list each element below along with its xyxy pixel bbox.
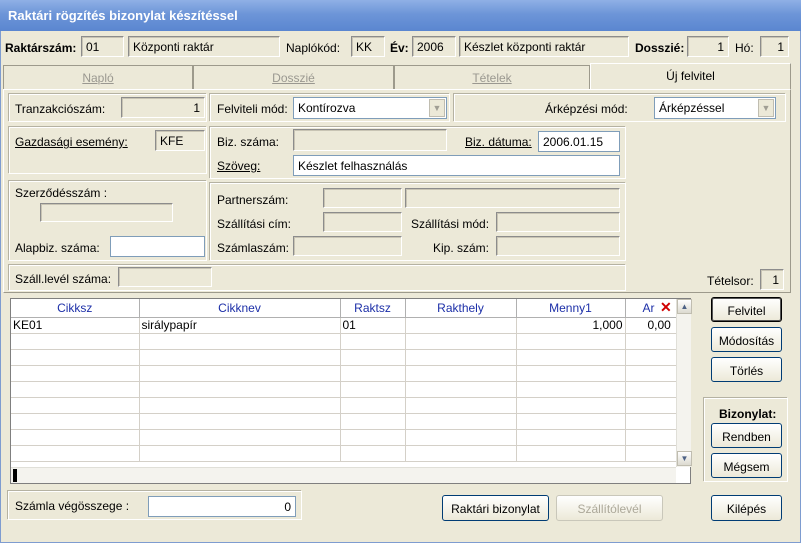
tranzakcioszam-field: 1 [121,97,205,118]
kip-szam-label: Kip. szám: [433,241,490,255]
dosszie-label: Dosszié: [635,41,685,55]
biz-datuma-link[interactable]: Biz. dátuma: [465,135,532,149]
raktar-nev-field: Központi raktár [128,36,280,57]
column-header-raktsz[interactable]: Raktsz [340,299,406,318]
tetelsor-field: 1 [760,269,784,290]
rendben-button[interactable]: Rendben [711,423,782,448]
kip-szam-field [496,236,620,256]
ho-label: Hó: [735,41,754,55]
table-row[interactable] [11,413,678,430]
gazdasagi-esemeny-link[interactable]: Gazdasági esemény: [15,135,128,149]
szamla-vegosszeg-label: Számla végösszege : [15,499,130,513]
tab-naplo[interactable]: Napló [3,65,193,89]
table-row[interactable]: KE01 sirálypapír 01 1,000 0,00 [11,317,678,334]
scroll-down-icon[interactable]: ▼ [677,451,692,466]
ho-field: 1 [760,36,789,57]
column-header-rakthely[interactable]: Rakthely [405,299,517,318]
chevron-down-icon[interactable]: ▼ [429,99,445,117]
table-row[interactable] [11,429,678,446]
cell-rakthely [405,317,517,334]
felvitel-button[interactable]: Felvitel [711,297,782,322]
table-row[interactable] [11,445,678,462]
scroll-thumb[interactable] [13,469,17,482]
tetel-grid[interactable]: Cikksz Cikknev Raktsz Rakthely Menny1 Ar… [10,298,691,484]
szamlaszam-label: Számlaszám: [217,241,290,255]
raktarszam-label: Raktárszám: [5,41,77,55]
tab-tetelek[interactable]: Tételek [394,65,590,89]
torles-button[interactable]: Törlés [711,357,782,382]
alapbiz-label: Alapbiz. száma: [15,241,100,255]
arkepzesi-mod-select[interactable]: Árképzéssel ▼ [654,97,776,119]
szerzodesszam-field [40,203,173,222]
raktari-bizonylat-button[interactable]: Raktári bizonylat [442,495,549,521]
szallitasi-cim-label: Szállítási cím: [217,217,292,231]
szallitasi-mod-label: Szállítási mód: [411,217,490,231]
felviteli-mod-label: Felviteli mód: [217,102,288,116]
alapbiz-input[interactable] [110,236,205,257]
ev-field: 2006 [412,36,456,57]
ev-nev-field: Készlet központi raktár [459,36,629,57]
szallitasi-mod-field [496,212,620,232]
tab-uj-felvitel[interactable]: Új felvitel [590,63,791,90]
column-header-menny1[interactable]: Menny1 [516,299,626,318]
table-row[interactable] [11,365,678,382]
bizonylat-label: Bizonylat: [719,407,777,421]
cell-cikknev: sirálypapír [139,317,341,334]
szamla-vegosszeg-field: 0 [148,496,296,517]
title-bar: Raktári rögzítés bizonylat készítéssel [0,0,801,31]
szallitolevel-button[interactable]: Szállítólevél [556,495,663,521]
horizontal-scrollbar[interactable] [11,467,676,483]
szerzodesszam-label: Szerződésszám : [15,186,108,200]
table-row[interactable] [11,381,678,398]
biz-szama-field [293,129,447,151]
column-header-cikksz[interactable]: Cikksz [11,299,140,318]
szall-level-label: Száll.levél száma: [15,272,112,286]
cell-cikksz: KE01 [11,317,140,334]
vertical-scrollbar[interactable]: ▲ ▼ [676,299,692,467]
kilepes-button[interactable]: Kilépés [711,495,782,521]
delete-row-icon[interactable]: ✕ [660,299,672,315]
chevron-down-icon[interactable]: ▼ [758,99,774,117]
gazdasagi-esemeny-field: KFE [155,130,205,151]
megsem-button[interactable]: Mégsem [711,453,782,478]
tranzakcioszam-label: Tranzakciószám: [15,102,106,116]
cell-ar: 0,00 [625,317,678,334]
arkepzesi-mod-label: Árképzési mód: [545,102,628,116]
column-header-cikknev[interactable]: Cikknev [139,299,341,318]
partnerszam-label: Partnerszám: [217,193,289,207]
szamlaszam-field [293,236,402,256]
modositas-button[interactable]: Módosítás [711,327,782,352]
biz-datuma-input[interactable]: 2006.01.15 [538,131,620,152]
szoveg-input[interactable]: Készlet felhasználás [293,155,620,176]
felviteli-mod-select[interactable]: Kontírozva ▼ [293,97,447,119]
window-title: Raktári rögzítés bizonylat készítéssel [8,8,238,23]
scroll-up-icon[interactable]: ▲ [677,299,692,314]
cell-menny1: 1,000 [516,317,626,334]
naplokod-label: Naplókód: [286,41,341,55]
table-row[interactable] [11,349,678,366]
szoveg-link[interactable]: Szöveg: [217,159,260,173]
tetelsor-label: Tételsor: [707,274,754,288]
ev-label: Év: [390,41,409,55]
dosszie-field: 1 [687,36,729,57]
naplokod-field: KK [351,36,385,57]
table-row[interactable] [11,397,678,414]
szall-level-field [118,267,212,287]
partner-nev-field [405,188,620,208]
partnerszam-field [323,188,402,208]
cell-raktsz: 01 [340,317,406,334]
raktarszam-field: 01 [81,36,124,57]
table-row[interactable] [11,333,678,350]
biz-szama-label: Biz. száma: [217,135,280,149]
grid-header: Cikksz Cikknev Raktsz Rakthely Menny1 Ar [11,299,678,318]
szallitasi-cim-field [323,212,402,232]
tab-dosszie[interactable]: Dosszié [193,65,394,89]
